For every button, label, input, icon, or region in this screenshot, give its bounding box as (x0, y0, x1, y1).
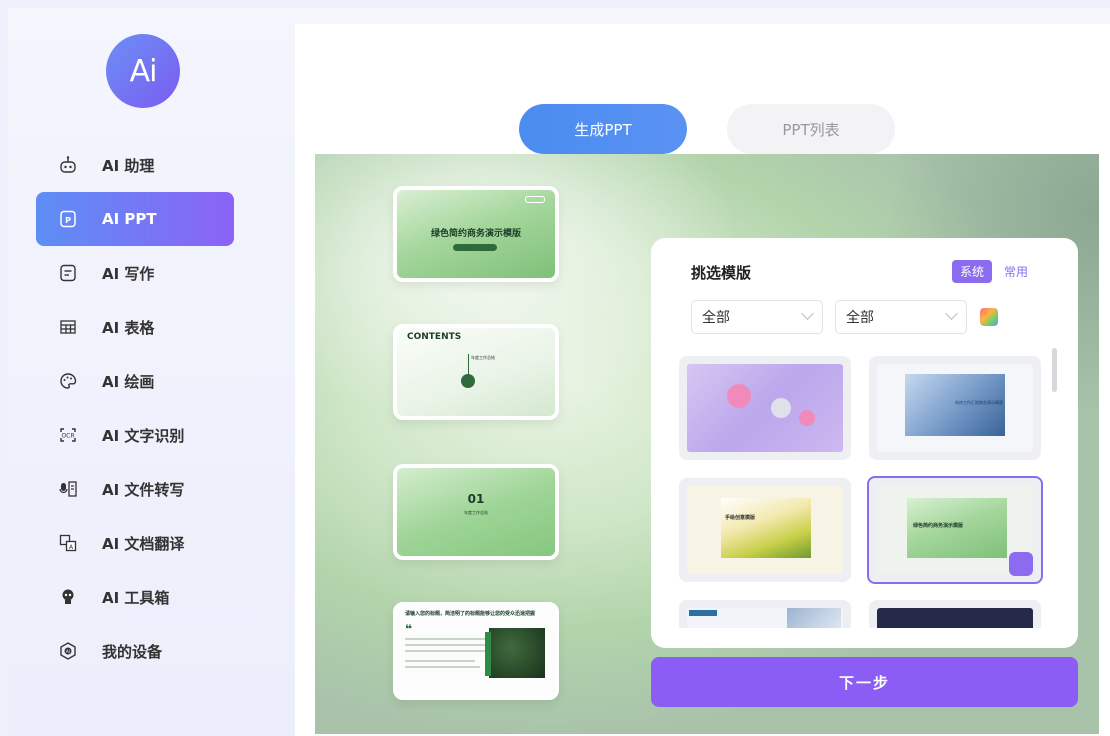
sidebar-item-ai-toolbox[interactable]: AI 工具箱 (36, 570, 234, 624)
template-thumbnail: 手绘创意模版 (687, 486, 843, 574)
svg-text:AI: AI (66, 649, 70, 655)
panel-title: 挑选模版 (691, 264, 752, 282)
slide-text-line (405, 666, 480, 668)
select-value: 全部 (702, 310, 730, 326)
slide-thumbnail-contents[interactable]: CONTENTS 年度工作总结 (393, 324, 559, 420)
logo-text: Ai (129, 53, 158, 89)
slide-thumbnail-content[interactable]: 请输入您的标题，简洁明了的标题能够让您的受众迅速把握 ❝ (393, 602, 559, 700)
slide-button-shape (453, 244, 497, 251)
toolbox-icon (58, 587, 78, 607)
slide-section-number: 01 (467, 492, 485, 506)
ppt-preview-canvas: 绿色简约商务演示模版 CONTENTS 年度工作总结 01 年度工作总结 请输入… (315, 154, 1099, 734)
select-value: 全部 (846, 310, 874, 326)
slide-accent-bar (485, 632, 491, 676)
main-content: 生成PPT PPT列表 绿色简约商务演示模版 CONTENTS 年度工作总结 0… (295, 24, 1110, 736)
sidebar-item-label: AI 绘画 (102, 372, 155, 391)
sidebar-item-ai-assistant[interactable]: AI 助理 (36, 138, 234, 192)
template-scrollbar[interactable] (1052, 348, 1057, 392)
template-card[interactable] (679, 356, 851, 460)
template-source-toggle: 系统 常用 (951, 260, 1036, 283)
robot-icon (58, 155, 78, 175)
style-filter-select[interactable]: 全部 (835, 300, 967, 334)
template-card[interactable] (869, 600, 1041, 628)
sidebar-item-label: AI 助理 (102, 156, 155, 175)
sidebar-item-ai-ppt[interactable]: P AI PPT (36, 192, 234, 246)
app-window: Ai AI 助理 P AI PPT AI 写作 AI 表格 AI 绘画 OCR … (8, 8, 1110, 736)
template-grid: 年终工作汇报商务演示模版 手绘创意模版 绿色简约商务演示模版 (679, 356, 1045, 628)
tab-ppt-list[interactable]: PPT列表 (727, 104, 895, 154)
sidebar-item-label: AI 文档翻译 (102, 534, 185, 553)
template-picker-panel: 挑选模版 系统 常用 全部 全部 年终工作汇报商务演示模版 手绘创意模版 绿色简… (651, 238, 1078, 648)
slide-title: CONTENTS (407, 332, 462, 342)
table-icon (58, 317, 78, 337)
template-card[interactable]: 手绘创意模版 (679, 478, 851, 582)
tab-generate-ppt[interactable]: 生成PPT (519, 104, 687, 154)
svg-text:P: P (65, 216, 71, 225)
category-filter-select[interactable]: 全部 (691, 300, 823, 334)
slide-decoration (525, 196, 545, 203)
template-image-mountains (721, 498, 811, 558)
sidebar-item-label: AI 表格 (102, 318, 155, 337)
toggle-system[interactable]: 系统 (951, 260, 992, 283)
template-decoration (689, 610, 717, 616)
template-thumbnail (687, 364, 843, 452)
sidebar-nav: AI 助理 P AI PPT AI 写作 AI 表格 AI 绘画 OCR AI … (36, 138, 234, 678)
slide-image-plant (489, 628, 545, 678)
sidebar-item-label: AI 文字识别 (102, 426, 185, 445)
template-card[interactable]: 年终工作汇报商务演示模版 (869, 356, 1041, 460)
app-logo: Ai (106, 34, 180, 108)
template-label: 年终工作汇报商务演示模版 (955, 400, 1003, 405)
slide-thumbnail-cover[interactable]: 绿色简约商务演示模版 (393, 186, 559, 282)
template-thumbnail (687, 608, 843, 628)
slide-title: 请输入您的标题，简洁明了的标题能够让您的受众迅速把握 (405, 611, 536, 617)
sidebar-item-ai-painting[interactable]: AI 绘画 (36, 354, 234, 408)
translate-icon: A (58, 533, 78, 553)
template-label: 手绘创意模版 (725, 515, 756, 521)
ppt-file-icon: P (58, 209, 78, 229)
sidebar-item-ai-translate[interactable]: A AI 文档翻译 (36, 516, 234, 570)
sidebar-item-ai-table[interactable]: AI 表格 (36, 300, 234, 354)
document-icon (58, 263, 78, 283)
slide-text-line (405, 660, 475, 662)
template-decoration (771, 398, 791, 418)
slide-title: 绿色简约商务演示模版 (430, 229, 521, 239)
svg-text:OCR: OCR (61, 433, 74, 440)
template-decoration (727, 384, 751, 408)
color-filter-icon[interactable] (980, 308, 998, 326)
chevron-down-icon (801, 307, 814, 320)
template-decoration (799, 410, 815, 426)
palette-icon (58, 371, 78, 391)
template-thumbnail: 年终工作汇报商务演示模版 (877, 364, 1033, 452)
sidebar-item-label: AI PPT (102, 210, 157, 228)
slide-text-line (405, 638, 485, 640)
sidebar-item-ai-transcribe[interactable]: AI 文件转写 (36, 462, 234, 516)
slide-item-text: 年度工作总结 (471, 355, 495, 360)
toggle-common[interactable]: 常用 (996, 260, 1036, 283)
sidebar-item-ai-ocr[interactable]: OCR AI 文字识别 (36, 408, 234, 462)
transcribe-icon (58, 479, 78, 499)
slide-section-subtitle: 年度工作总结 (464, 510, 488, 515)
template-thumbnail (877, 608, 1033, 628)
sidebar-item-ai-writing[interactable]: AI 写作 (36, 246, 234, 300)
chevron-down-icon (945, 307, 958, 320)
sidebar-item-label: AI 文件转写 (102, 480, 185, 499)
slide-dot (461, 374, 475, 388)
template-image (787, 608, 841, 628)
ocr-icon: OCR (58, 425, 78, 445)
next-step-button[interactable]: 下一步 (651, 657, 1078, 707)
sidebar-item-label: 我的设备 (102, 642, 163, 661)
slide-text-line (405, 644, 485, 646)
slide-line (468, 354, 469, 376)
device-icon: AI (58, 641, 78, 661)
selected-check-badge (1009, 552, 1033, 576)
template-label: 绿色简约商务演示模版 (913, 523, 964, 529)
sidebar-item-my-device[interactable]: AI 我的设备 (36, 624, 234, 678)
template-card-selected[interactable]: 绿色简约商务演示模版 (867, 476, 1043, 584)
slide-text-line (405, 650, 485, 652)
sidebar-item-label: AI 工具箱 (102, 588, 170, 607)
template-card[interactable] (679, 600, 851, 628)
slide-thumbnail-section[interactable]: 01 年度工作总结 (393, 464, 559, 560)
quote-icon: ❝ (405, 622, 413, 636)
sidebar-item-label: AI 写作 (102, 264, 155, 283)
